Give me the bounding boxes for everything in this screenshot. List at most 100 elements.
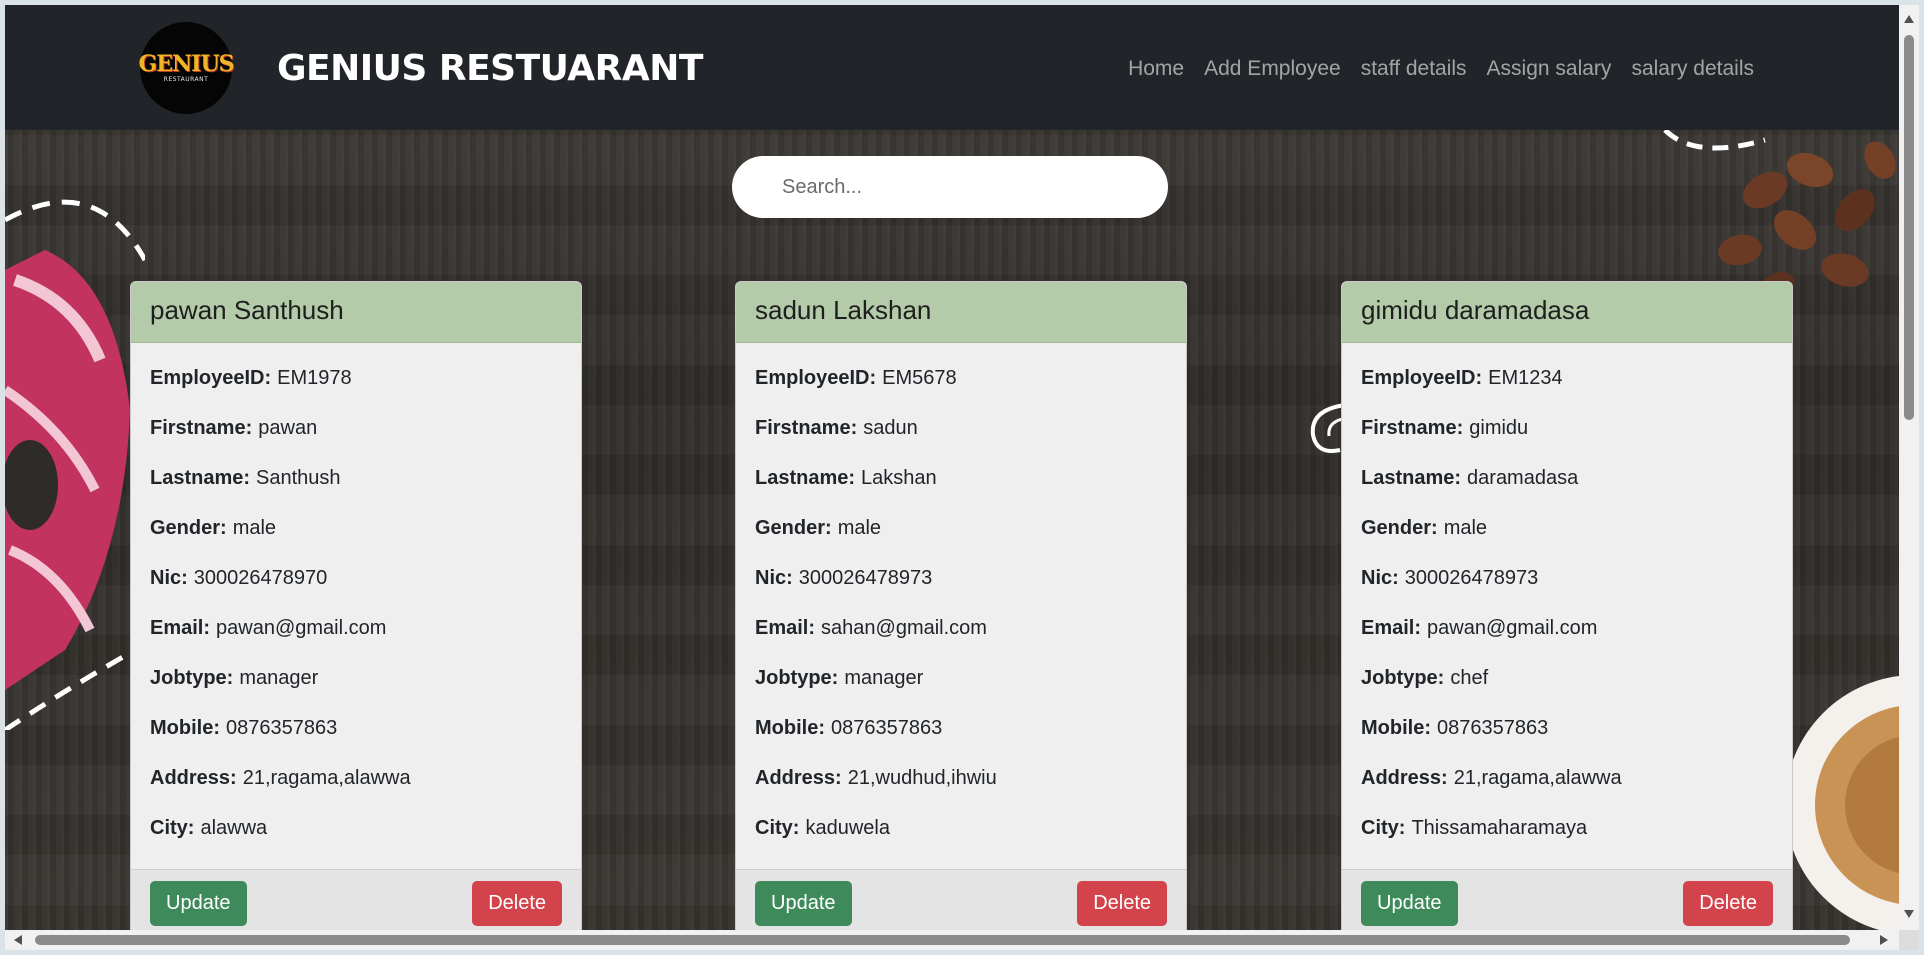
scroll-right-arrow-icon[interactable] [1880, 935, 1888, 945]
page-viewport: GENIUS RESTAURANT GENIUS RESTUARANT Home… [5, 5, 1899, 930]
field-value: Santhush [256, 467, 341, 489]
card-header: sadun Lakshan [736, 282, 1186, 343]
field-label: Jobtype: [150, 667, 234, 689]
field-label: Mobile: [1361, 717, 1431, 739]
mobile-field: Mobile: 0876357863 [150, 703, 562, 753]
field-label: Gender: [755, 517, 832, 539]
employee-id-field: EmployeeID: EM1978 [150, 353, 562, 403]
field-label: Firstname: [150, 417, 253, 439]
field-label: Address: [755, 767, 842, 789]
vertical-scrollbar[interactable] [1899, 5, 1919, 930]
update-button[interactable]: Update [755, 881, 852, 926]
field-label: Email: [755, 617, 816, 639]
coffee-cup-background-image [1785, 675, 1899, 930]
nav-staff-details-link[interactable]: staff details [1361, 57, 1467, 81]
employee-id-field: EmployeeID: EM1234 [1361, 353, 1773, 403]
field-value: pawan [258, 417, 318, 439]
nav-assign-salary-link[interactable]: Assign salary [1487, 57, 1612, 81]
employee-card: sadun Lakshan EmployeeID: EM5678 Firstnam… [735, 281, 1187, 930]
field-value: EM1234 [1488, 367, 1563, 389]
mobile-field: Mobile: 0876357863 [1361, 703, 1773, 753]
card-body: EmployeeID: EM5678 Firstname: sadun Lastna… [736, 343, 1186, 853]
card-header: gimidu daramadasa [1342, 282, 1792, 343]
brand-title[interactable]: GENIUS RESTUARANT [277, 49, 703, 89]
employee-card: gimidu daramadasa EmployeeID: EM1234 Firs… [1341, 281, 1793, 930]
field-value: sahan@gmail.com [821, 617, 987, 639]
employee-id-field: EmployeeID: EM5678 [755, 353, 1167, 403]
email-field: Email: pawan@gmail.com [150, 603, 562, 653]
horizontal-scrollbar[interactable] [5, 930, 1899, 950]
card-body: EmployeeID: EM1978 Firstname: pawan Lastna… [131, 343, 581, 853]
field-value: 21,wudhud,ihwiu [847, 767, 997, 789]
field-value: sadun [863, 417, 918, 439]
update-button[interactable]: Update [1361, 881, 1458, 926]
city-field: City: kaduwela [755, 803, 1167, 853]
horizontal-scroll-thumb[interactable] [35, 935, 1850, 945]
field-label: Nic: [150, 567, 188, 589]
donut-background-image [5, 199, 145, 730]
field-label: City: [150, 817, 195, 839]
nav-add-employee-link[interactable]: Add Employee [1204, 57, 1341, 81]
employee-card: pawan Santhush EmployeeID: EM1978 Firstna… [130, 281, 582, 930]
search-bar [732, 156, 1168, 218]
search-input[interactable] [782, 156, 1152, 218]
logo-wordmark: GENIUS [138, 51, 234, 77]
address-field: Address: 21,ragama,alawwa [150, 753, 562, 803]
field-value: 0876357863 [1437, 717, 1549, 739]
card-body: EmployeeID: EM1234 Firstname: gimidu Lastn… [1342, 343, 1792, 853]
field-value: male [837, 517, 882, 539]
vertical-scroll-thumb[interactable] [1904, 35, 1914, 420]
gender-field: Gender: male [1361, 503, 1773, 553]
update-button[interactable]: Update [150, 881, 247, 926]
card-footer: Update Delete [1342, 869, 1792, 930]
field-value: alawwa [200, 817, 268, 839]
field-value: manager [239, 667, 319, 689]
email-field: Email: sahan@gmail.com [755, 603, 1167, 653]
field-value: male [1443, 517, 1488, 539]
city-field: City: alawwa [150, 803, 562, 853]
field-value: Thissamaharamaya [1411, 817, 1588, 839]
field-label: Email: [1361, 617, 1422, 639]
scrollbar-corner [1899, 930, 1919, 950]
field-label: EmployeeID: [150, 367, 272, 389]
field-value: 21,ragama,alawwa [1453, 767, 1622, 789]
nic-field: Nic: 300026478973 [1361, 553, 1773, 603]
scroll-down-arrow-icon[interactable] [1904, 910, 1914, 918]
field-label: Email: [150, 617, 211, 639]
employee-name-title: pawan Santhush [150, 294, 344, 325]
field-value: 300026478973 [798, 567, 933, 589]
scroll-left-arrow-icon[interactable] [14, 935, 22, 945]
delete-button[interactable]: Delete [1683, 881, 1773, 926]
jobtype-field: Jobtype: manager [755, 653, 1167, 703]
jobtype-field: Jobtype: chef [1361, 653, 1773, 703]
field-label: EmployeeID: [1361, 367, 1483, 389]
field-label: City: [755, 817, 800, 839]
scroll-up-arrow-icon[interactable] [1904, 15, 1914, 23]
field-label: EmployeeID: [755, 367, 877, 389]
field-label: Nic: [755, 567, 793, 589]
field-label: Address: [1361, 767, 1448, 789]
top-navbar: GENIUS RESTAURANT GENIUS RESTUARANT Home… [5, 5, 1899, 130]
employee-name-title: sadun Lakshan [755, 294, 932, 325]
address-field: Address: 21,ragama,alawwa [1361, 753, 1773, 803]
field-value: gimidu [1469, 417, 1529, 439]
city-field: City: Thissamaharamaya [1361, 803, 1773, 853]
lastname-field: Lastname: Lakshan [755, 453, 1167, 503]
delete-button[interactable]: Delete [472, 881, 562, 926]
field-label: Lastname: [150, 467, 251, 489]
nav-home-link[interactable]: Home [1128, 57, 1184, 81]
restaurant-logo[interactable]: GENIUS RESTAURANT [138, 22, 235, 114]
field-label: Lastname: [755, 467, 856, 489]
nav-salary-details-link[interactable]: salary details [1631, 57, 1754, 81]
gender-field: Gender: male [150, 503, 562, 553]
field-value: male [232, 517, 277, 539]
field-label: Lastname: [1361, 467, 1462, 489]
nic-field: Nic: 300026478973 [755, 553, 1167, 603]
firstname-field: Firstname: sadun [755, 403, 1167, 453]
field-value: manager [844, 667, 924, 689]
delete-button[interactable]: Delete [1077, 881, 1167, 926]
gender-field: Gender: male [755, 503, 1167, 553]
field-label: Jobtype: [755, 667, 839, 689]
nav-links: Home Add Employee staff details Assign s… [1108, 57, 1754, 81]
field-label: Gender: [150, 517, 227, 539]
